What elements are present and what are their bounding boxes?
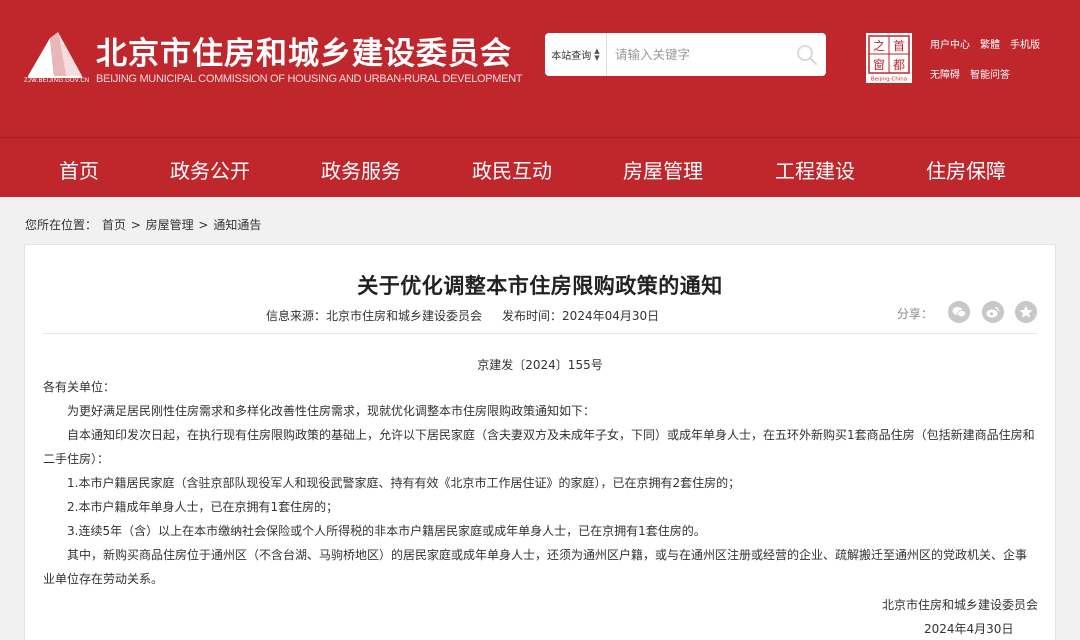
- nav-home[interactable]: 首页: [59, 155, 99, 184]
- paragraph-item-3: 3.连续5年（含）以上在本市缴纳社会保险或个人所得税的非本市户籍居民家庭或成年单…: [67, 524, 706, 538]
- header-links: 用户中心 繁體 手机版 无障碍 智能问答: [930, 36, 1070, 96]
- search-icon[interactable]: [794, 42, 820, 68]
- nav-construction[interactable]: 工程建设: [775, 155, 855, 184]
- site-subtitle: BEIJING MUNICIPAL COMMISSION OF HOUSING …: [96, 73, 523, 85]
- wechat-icon[interactable]: [948, 301, 970, 323]
- document-number: 京建发〔2024〕155号: [477, 358, 603, 372]
- site-header: ZJW.BEIJING.GOV.CN 北京市住房和城乡建设委员会 BEIJING…: [0, 0, 1080, 137]
- share-label: 分享：: [897, 307, 934, 321]
- link-smart-qa[interactable]: 智能问答: [970, 66, 1010, 81]
- nav-housing-mgmt[interactable]: 房屋管理: [623, 155, 703, 184]
- breadcrumb-prefix: 您所在位置：: [25, 218, 98, 232]
- breadcrumb: 您所在位置： 首页 > 房屋管理 > 通知通告: [25, 216, 262, 233]
- salutation: 各有关单位：: [43, 380, 116, 394]
- main-nav: 首页 政务公开 政务服务 政民互动 房屋管理 工程建设 住房保障: [0, 137, 1080, 197]
- search-box: 本站查询 ▲ ▼: [545, 33, 826, 76]
- paragraph-item-1: 1.本市户籍居民家庭（含驻京部队现役军人和现役武警家庭、持有有效《北京市工作居住…: [67, 476, 741, 490]
- search-input[interactable]: [609, 33, 784, 76]
- site-title[interactable]: 北京市住房和城乡建设委员会: [96, 28, 512, 73]
- nav-gov-services[interactable]: 政务服务: [321, 155, 401, 184]
- article-divider: [43, 333, 1037, 334]
- search-scope-label: 本站查询: [551, 51, 592, 62]
- nav-housing-security[interactable]: 住房保障: [926, 155, 1006, 184]
- svg-text:之: 之: [873, 39, 885, 53]
- article-meta: 信息来源：北京市住房和城乡建设委员会 发布时间：2024年04月30日: [266, 307, 659, 324]
- paragraph-policy: 自本通知印发次日起，在执行现有住房限购政策的基础上，允许以下居民家庭（含夫妻双方…: [43, 428, 1035, 466]
- link-mobile[interactable]: 手机版: [1010, 36, 1040, 51]
- paragraph-item-2: 2.本市户籍成年单身人士，已在京拥有1套住房的；: [67, 500, 339, 514]
- commission-logo-icon[interactable]: [24, 30, 86, 80]
- svg-text:窗: 窗: [873, 58, 885, 72]
- paragraph-tongzhou: 其中，新购买商品住房位于通州区（不含台湖、马驹桥地区）的居民家庭或成年单身人士，…: [43, 548, 1028, 586]
- nav-interaction[interactable]: 政民互动: [472, 155, 552, 184]
- breadcrumb-notices[interactable]: 通知通告: [213, 218, 261, 232]
- favorite-icon[interactable]: [1015, 301, 1037, 323]
- breadcrumb-housing[interactable]: 房屋管理: [146, 218, 194, 232]
- logo-domain: ZJW.BEIJING.GOV.CN: [24, 78, 90, 84]
- date-label: 发布时间：: [502, 309, 563, 323]
- sign-date: 2024年4月30日: [924, 622, 1014, 636]
- search-scope-select[interactable]: 本站查询 ▲ ▼: [545, 33, 607, 76]
- nav-gov-affairs[interactable]: 政务公开: [170, 155, 250, 184]
- breadcrumb-sep: >: [130, 218, 141, 232]
- svg-text:都: 都: [893, 58, 905, 72]
- svg-text:Beijing·China: Beijing·China: [871, 77, 907, 83]
- date-value: 2024年04月30日: [562, 309, 660, 323]
- link-user-center[interactable]: 用户中心: [930, 36, 970, 51]
- link-traditional[interactable]: 繁體: [980, 36, 1000, 51]
- svg-text:首: 首: [893, 39, 905, 53]
- breadcrumb-sep: >: [198, 218, 209, 232]
- capital-window-logo-icon[interactable]: 之 首 窗 都 Beijing·China: [866, 33, 912, 83]
- source-label: 信息来源：: [266, 309, 327, 323]
- link-accessibility[interactable]: 无障碍: [930, 66, 960, 81]
- source-value: 北京市住房和城乡建设委员会: [326, 309, 483, 323]
- updown-arrow-icon: ▲ ▼: [594, 46, 600, 62]
- article-title: 关于优化调整本市住房限购政策的通知: [357, 274, 723, 298]
- signature: 北京市住房和城乡建设委员会: [882, 598, 1039, 612]
- breadcrumb-home[interactable]: 首页: [102, 218, 126, 232]
- paragraph-intro: 为更好满足居民刚性住房需求和多样化改善性住房需求，现就优化调整本市住房限购政策通…: [67, 404, 596, 418]
- weibo-icon[interactable]: [982, 301, 1004, 323]
